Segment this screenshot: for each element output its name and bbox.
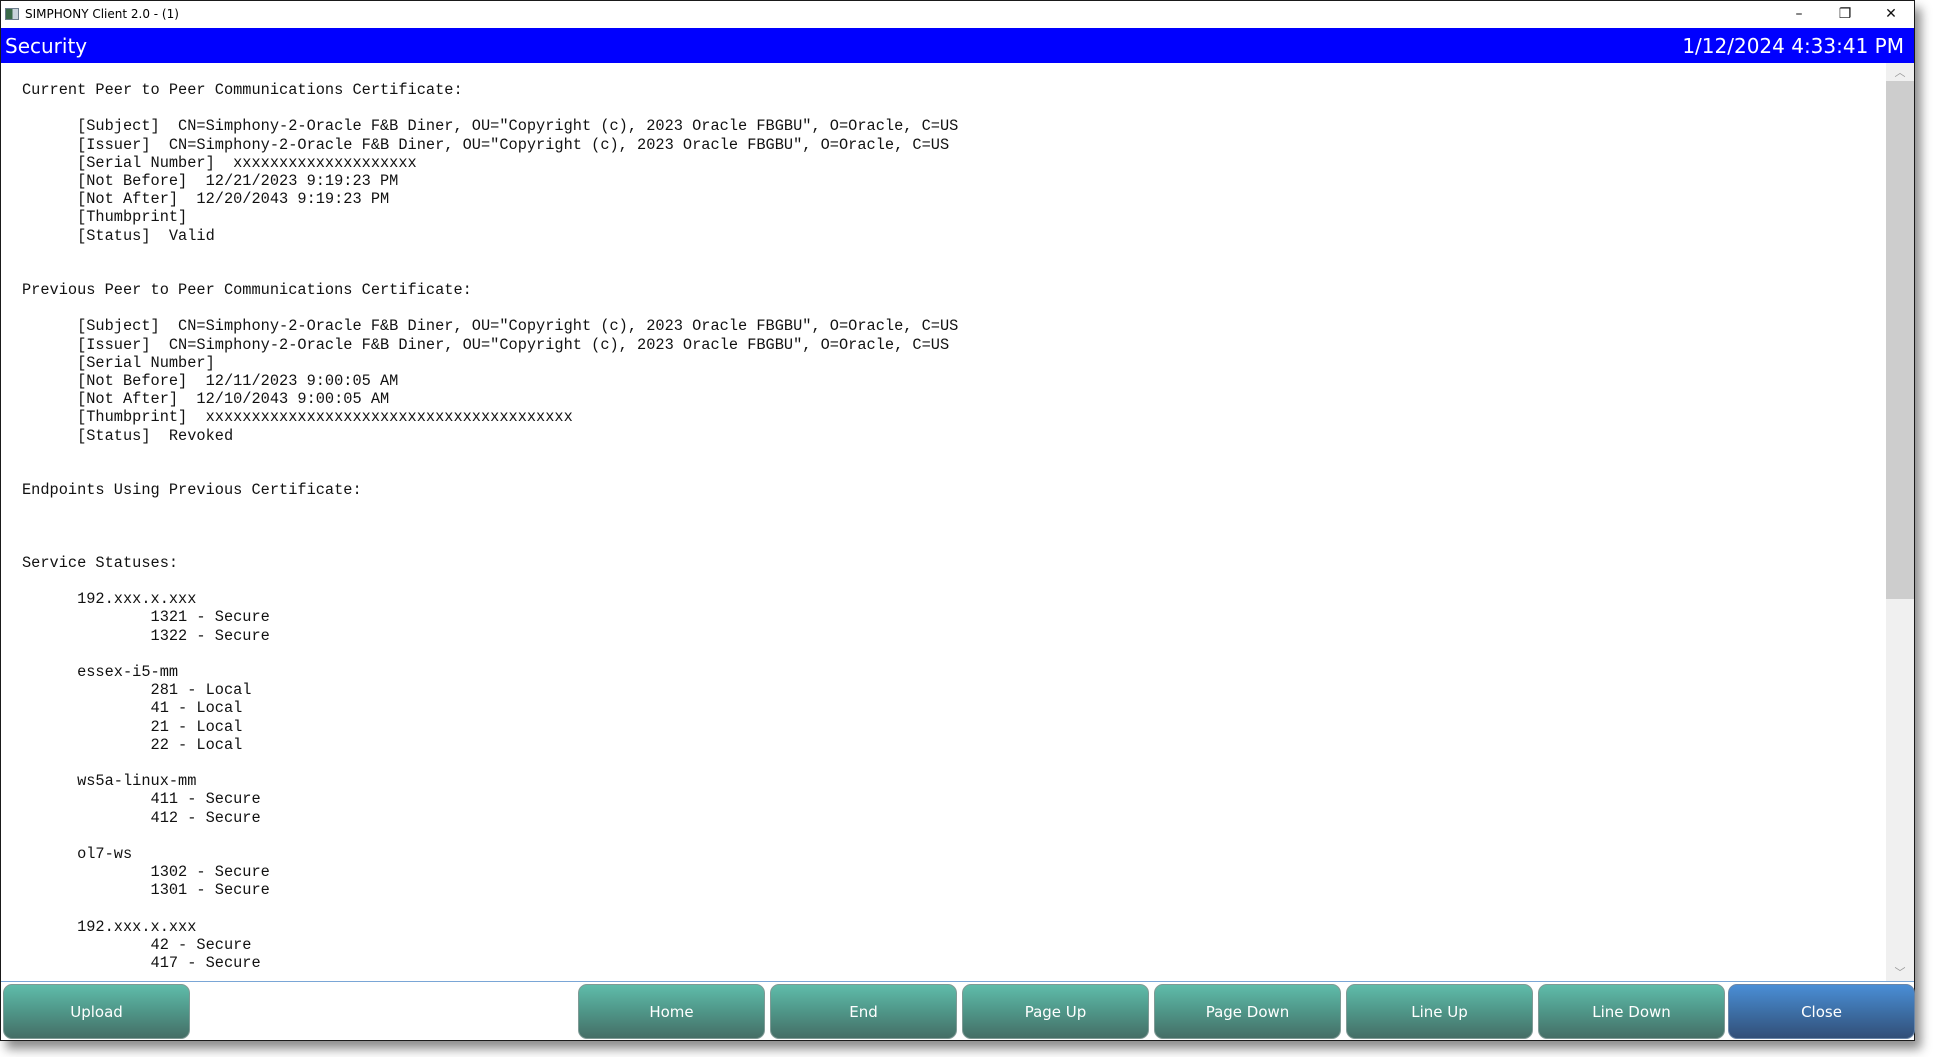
service-status: 1322 - Secure — [22, 626, 270, 645]
line-down-button[interactable]: Line Down — [1538, 984, 1725, 1039]
minimize-icon[interactable]: – — [1776, 1, 1822, 27]
previous-cert-subject: [Subject] CN=Simphony-2-Oracle F&B Diner… — [22, 317, 959, 336]
page-down-button[interactable]: Page Down — [1154, 984, 1341, 1039]
service-status: 411 - Secure — [22, 790, 261, 809]
upload-button[interactable]: Upload — [3, 984, 190, 1039]
service-status: 412 - Secure — [22, 808, 261, 827]
title-bar: SIMPHONY Client 2.0 - (1) – ❐ ✕ — [1, 1, 1914, 27]
restore-icon[interactable]: ❐ — [1822, 1, 1868, 27]
current-cert-not-before: [Not Before] 12/21/2023 9:19:23 PM — [22, 171, 399, 190]
page-header: Security 1/12/2024 4:33:41 PM — [1, 28, 1914, 63]
home-button[interactable]: Home — [578, 984, 765, 1039]
window-title: SIMPHONY Client 2.0 - (1) — [25, 7, 179, 21]
scroll-up-arrow-icon[interactable]: ︿ — [1886, 63, 1914, 81]
service-status: 1302 - Secure — [22, 863, 270, 882]
scroll-thumb[interactable] — [1886, 81, 1914, 599]
previous-cert-not-before: [Not Before] 12/11/2023 9:00:05 AM — [22, 372, 399, 390]
security-report-area[interactable]: Current Peer to Peer Communications Cert… — [1, 63, 1886, 981]
page-title: Security — [5, 33, 88, 58]
current-cert-serial-number: [Serial Number] xxxxxxxxxxxxxxxxxxxx — [22, 153, 417, 172]
host-name: essex-i5-mm — [22, 663, 179, 681]
previous-cert-heading: Previous Peer to Peer Communications Cer… — [22, 281, 472, 300]
previous-cert-issuer: [Issuer] CN=Simphony-2-Oracle F&B Diner,… — [22, 335, 950, 354]
scroll-down-arrow-icon[interactable]: ﹀ — [1886, 963, 1914, 981]
datetime-display: 1/12/2024 4:33:41 PM — [1682, 33, 1904, 58]
end-button[interactable]: End — [770, 984, 957, 1039]
previous-cert-not-after: [Not After] 12/10/2043 9:00:05 AM — [22, 390, 390, 409]
service-status: 21 - Local — [22, 717, 243, 736]
close-button[interactable]: Close — [1728, 984, 1915, 1039]
host-name: ws5a-linux-mm — [22, 772, 197, 791]
page-up-button[interactable]: Page Up — [962, 984, 1149, 1039]
current-cert-subject: [Subject] CN=Simphony-2-Oracle F&B Diner… — [22, 117, 959, 136]
service-status: 1321 - Secure — [22, 608, 270, 627]
window-controls: – ❐ ✕ — [1776, 1, 1914, 27]
service-status: 281 - Local — [22, 681, 252, 700]
host-name: 192.xxx.x.xxx — [22, 590, 197, 609]
close-window-icon[interactable]: ✕ — [1868, 1, 1914, 27]
service-status: 417 - Secure — [22, 954, 261, 972]
service-status: 42 - Secure — [22, 935, 252, 954]
current-cert-issuer: [Issuer] CN=Simphony-2-Oracle F&B Diner,… — [22, 135, 950, 154]
security-report: Current Peer to Peer Communications Cert… — [1, 63, 1886, 972]
simphony-client-window: SIMPHONY Client 2.0 - (1) – ❐ ✕ Security… — [0, 0, 1915, 1041]
host-name: 192.xxx.x.xxx — [22, 917, 197, 936]
service-statuses-heading: Service Statuses: — [22, 553, 179, 572]
previous-cert-status: [Status] Revoked — [22, 426, 234, 445]
current-cert-heading: Current Peer to Peer Communications Cert… — [22, 81, 463, 99]
host-name: ol7-ws — [22, 844, 133, 863]
previous-cert-thumbprint: [Thumbprint] xxxxxxxxxxxxxxxxxxxxxxxxxxx… — [22, 408, 573, 427]
app-icon — [5, 8, 19, 20]
service-status: 1301 - Secure — [22, 881, 270, 900]
button-bar-divider — [1, 981, 1914, 982]
line-up-button[interactable]: Line Up — [1346, 984, 1533, 1039]
previous-cert-serial-number: [Serial Number] — [22, 353, 215, 372]
current-cert-not-after: [Not After] 12/20/2043 9:19:23 PM — [22, 190, 390, 209]
current-cert-status: [Status] Valid — [22, 226, 215, 245]
endpoints-heading: Endpoints Using Previous Certificate: — [22, 481, 362, 500]
service-status: 22 - Local — [22, 735, 243, 754]
current-cert-thumbprint: [Thumbprint] — [22, 208, 188, 227]
service-status: 41 - Local — [22, 699, 243, 718]
vertical-scrollbar[interactable]: ︿ ﹀ — [1886, 63, 1914, 981]
